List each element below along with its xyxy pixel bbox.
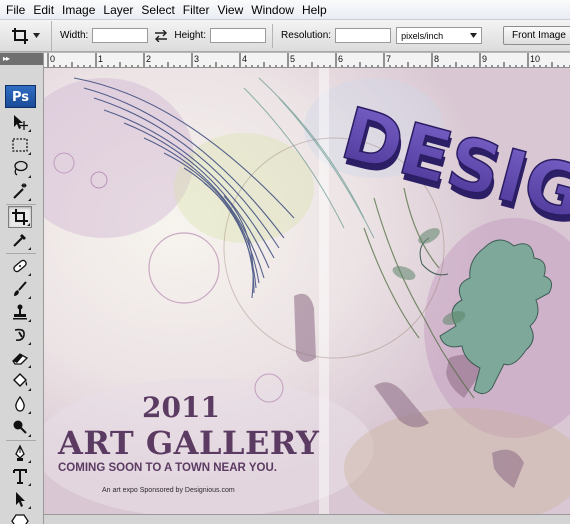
ruler-label: 6: [338, 54, 343, 64]
stamp-icon: [13, 304, 27, 320]
crop-icon: [12, 27, 28, 44]
separator: [6, 253, 36, 254]
chevron-down-icon: [33, 33, 40, 38]
menu-window[interactable]: Window: [249, 0, 300, 20]
title-text: ART GALLERY: [57, 424, 320, 462]
shape-tool[interactable]: [8, 510, 32, 524]
menu-help[interactable]: Help: [300, 0, 333, 20]
healing-brush-tool[interactable]: [8, 255, 32, 277]
ruler-label: 3: [194, 54, 199, 64]
separator: [272, 23, 274, 48]
width-label: Width:: [60, 30, 89, 41]
marquee-tool[interactable]: [8, 134, 32, 156]
resolution-label: Resolution:: [281, 30, 332, 41]
artwork: DESIGN DESIGN 2011 ART GALLERY COMING SO…: [44, 68, 570, 514]
droplet-icon: [15, 395, 25, 412]
toolbox: ▸▸ Ps: [0, 53, 44, 524]
blur-tool[interactable]: [8, 393, 32, 415]
ruler-label: 4: [242, 54, 247, 64]
height-field[interactable]: [210, 28, 267, 43]
photoshop-window: File Edit Image Layer Select Filter View…: [0, 0, 570, 524]
type-icon: [13, 469, 27, 484]
front-image-button[interactable]: Front Image: [503, 26, 570, 45]
ruler-label: 5: [290, 54, 295, 64]
tool-preset-picker[interactable]: [0, 20, 52, 51]
dodge-tool[interactable]: [8, 416, 32, 438]
year-text: 2011: [142, 391, 220, 424]
ruler-label: 2: [146, 54, 151, 64]
horizontal-scrollbar[interactable]: [44, 514, 570, 524]
menu-layer[interactable]: Layer: [101, 0, 139, 20]
type-tool[interactable]: [8, 465, 32, 487]
move-tool[interactable]: [8, 111, 32, 133]
dodge-icon: [13, 420, 27, 434]
menu-file[interactable]: File: [4, 0, 31, 20]
document-canvas[interactable]: DESIGN DESIGN 2011 ART GALLERY COMING SO…: [44, 68, 570, 514]
resolution-field[interactable]: [335, 28, 392, 43]
brush-icon: [14, 281, 27, 296]
paint-bucket-icon: [13, 373, 28, 387]
credit-text: An art expo Sponsored by Designious.com: [102, 487, 235, 494]
clone-stamp-tool[interactable]: [8, 301, 32, 323]
ruler-label: 10: [530, 54, 540, 64]
move-icon: [14, 115, 28, 130]
subtitle-text: COMING SOON TO A TOWN NEAR YOU.: [58, 462, 277, 474]
ruler-label: 0: [50, 54, 55, 64]
eraser-tool[interactable]: [8, 347, 32, 369]
width-field[interactable]: [92, 28, 149, 43]
path-selection-tool[interactable]: [8, 488, 32, 510]
menu-view[interactable]: View: [215, 0, 249, 20]
paint-bucket-tool[interactable]: [8, 370, 32, 392]
menu-select[interactable]: Select: [139, 0, 180, 20]
toolbox-collapse-handle[interactable]: ▸▸: [0, 53, 43, 65]
options-bar: Width: Height: Resolution: pixels/inch F…: [0, 20, 570, 52]
ruler-label: 7: [386, 54, 391, 64]
pen-icon: [15, 444, 25, 461]
eyedropper-icon: [13, 234, 26, 247]
pen-tool[interactable]: [8, 442, 32, 464]
ps-logo[interactable]: Ps: [5, 85, 36, 108]
separator: [6, 204, 36, 205]
eyedropper-tool[interactable]: [8, 229, 32, 251]
chevron-down-icon: [470, 33, 478, 38]
units-value: pixels/inch: [401, 30, 444, 41]
height-label: Height:: [174, 30, 207, 41]
resolution-units-select[interactable]: pixels/inch: [396, 27, 483, 44]
ruler-label: 1: [98, 54, 103, 64]
hexagon-icon: [11, 514, 29, 524]
ruler-label: 9: [482, 54, 487, 64]
lasso-icon: [14, 160, 28, 176]
swap-dimensions-icon[interactable]: [153, 28, 169, 44]
ruler-label: 8: [434, 54, 439, 64]
magic-wand-tool[interactable]: [8, 180, 32, 202]
magic-wand-icon: [13, 183, 27, 199]
menu-image[interactable]: Image: [60, 0, 101, 20]
brush-tool[interactable]: [8, 278, 32, 300]
separator: [6, 440, 36, 441]
marquee-icon: [12, 138, 28, 152]
menu-filter[interactable]: Filter: [181, 0, 216, 20]
bandage-icon: [13, 259, 27, 273]
history-brush-tool[interactable]: [8, 324, 32, 346]
menu-bar: File Edit Image Layer Select Filter View…: [0, 0, 570, 20]
arrow-pointer-icon: [16, 492, 25, 507]
eraser-icon: [12, 353, 29, 365]
menu-edit[interactable]: Edit: [31, 0, 60, 20]
lasso-tool[interactable]: [8, 157, 32, 179]
horizontal-ruler[interactable]: 0 1 2 3 4 5 6 7 8 9 10: [44, 53, 570, 68]
crop-tool[interactable]: [8, 206, 32, 228]
history-brush-icon: [14, 328, 25, 341]
ruler-ticks: 0 1 2 3 4 5 6 7 8 9 10: [47, 53, 570, 67]
